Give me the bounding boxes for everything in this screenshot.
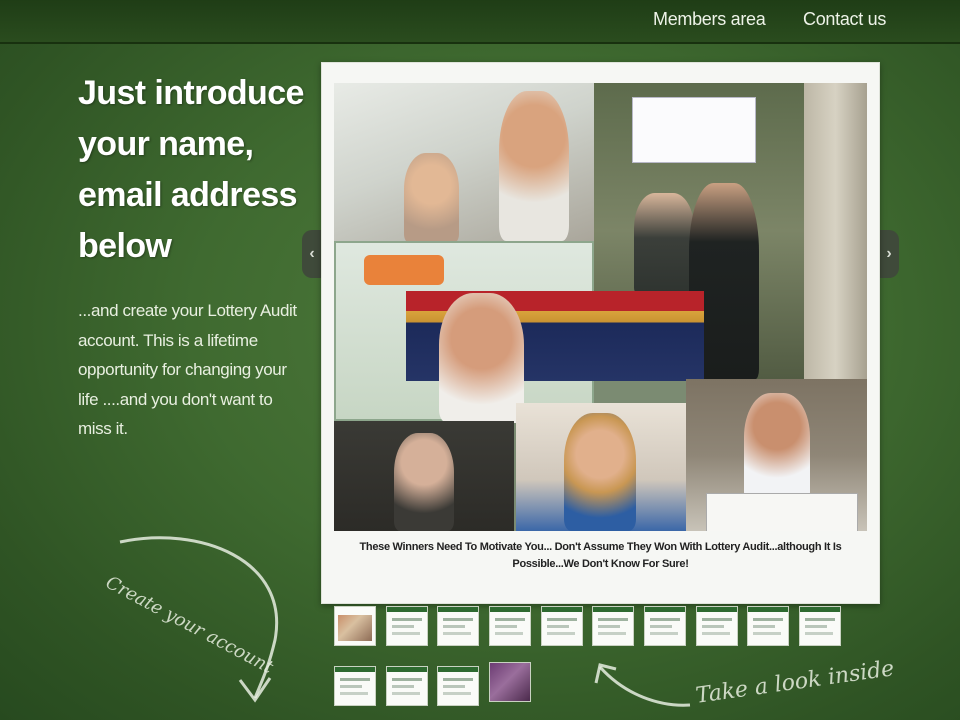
slideshow-thumbnail-selected[interactable] xyxy=(489,662,531,702)
slideshow-thumbnail[interactable] xyxy=(437,606,479,646)
take-a-look-annotation: Take a look inside xyxy=(694,656,896,709)
collage-photo-person xyxy=(634,193,694,293)
slideshow-thumbnail[interactable] xyxy=(386,666,428,706)
collage-photo-sign-logo xyxy=(364,255,444,285)
contact-us-link[interactable]: Contact us xyxy=(803,9,886,30)
slideshow-thumbnail[interactable] xyxy=(334,606,376,646)
slideshow-thumbnail[interactable] xyxy=(696,606,738,646)
curved-arrow-icon xyxy=(594,663,691,707)
slideshow-thumbnail[interactable] xyxy=(541,606,583,646)
collage-photo-person xyxy=(564,413,636,531)
slideshow-prev-button[interactable]: ‹ xyxy=(302,230,322,278)
winners-collage-image xyxy=(334,83,867,531)
collage-photo-trunk xyxy=(804,83,867,379)
slideshow-thumbnail[interactable] xyxy=(592,606,634,646)
collage-photo-check xyxy=(706,493,858,531)
hero-headline: Just introduce your name, email address … xyxy=(78,74,304,265)
slideshow-thumbnail[interactable] xyxy=(386,606,428,646)
slideshow-thumbnail[interactable] xyxy=(644,606,686,646)
top-navigation-bar: Members area Contact us xyxy=(0,0,960,44)
slideshow-thumbnail[interactable] xyxy=(799,606,841,646)
collage-photo-person xyxy=(744,393,810,503)
collage-photo-check xyxy=(632,97,756,163)
members-area-link[interactable]: Members area xyxy=(653,9,766,30)
collage-photo-person xyxy=(404,153,459,243)
slideshow-frame: These Winners Need To Motivate You... Do… xyxy=(321,62,880,604)
chevron-right-icon: › xyxy=(886,245,892,262)
slideshow-thumbnail[interactable] xyxy=(747,606,789,646)
collage-photo-person xyxy=(394,433,454,531)
slideshow-thumbnail[interactable] xyxy=(334,666,376,706)
slideshow-thumbnail[interactable] xyxy=(489,606,531,646)
slideshow-next-button[interactable]: › xyxy=(879,230,899,278)
slideshow-thumbnail[interactable] xyxy=(437,666,479,706)
collage-photo-person xyxy=(499,91,569,241)
hero-subtext: ...and create your Lottery Audit account… xyxy=(78,301,297,438)
chevron-left-icon: ‹ xyxy=(309,245,315,262)
slideshow-caption: These Winners Need To Motivate You... Do… xyxy=(359,541,842,570)
collage-photo-person xyxy=(439,293,524,423)
